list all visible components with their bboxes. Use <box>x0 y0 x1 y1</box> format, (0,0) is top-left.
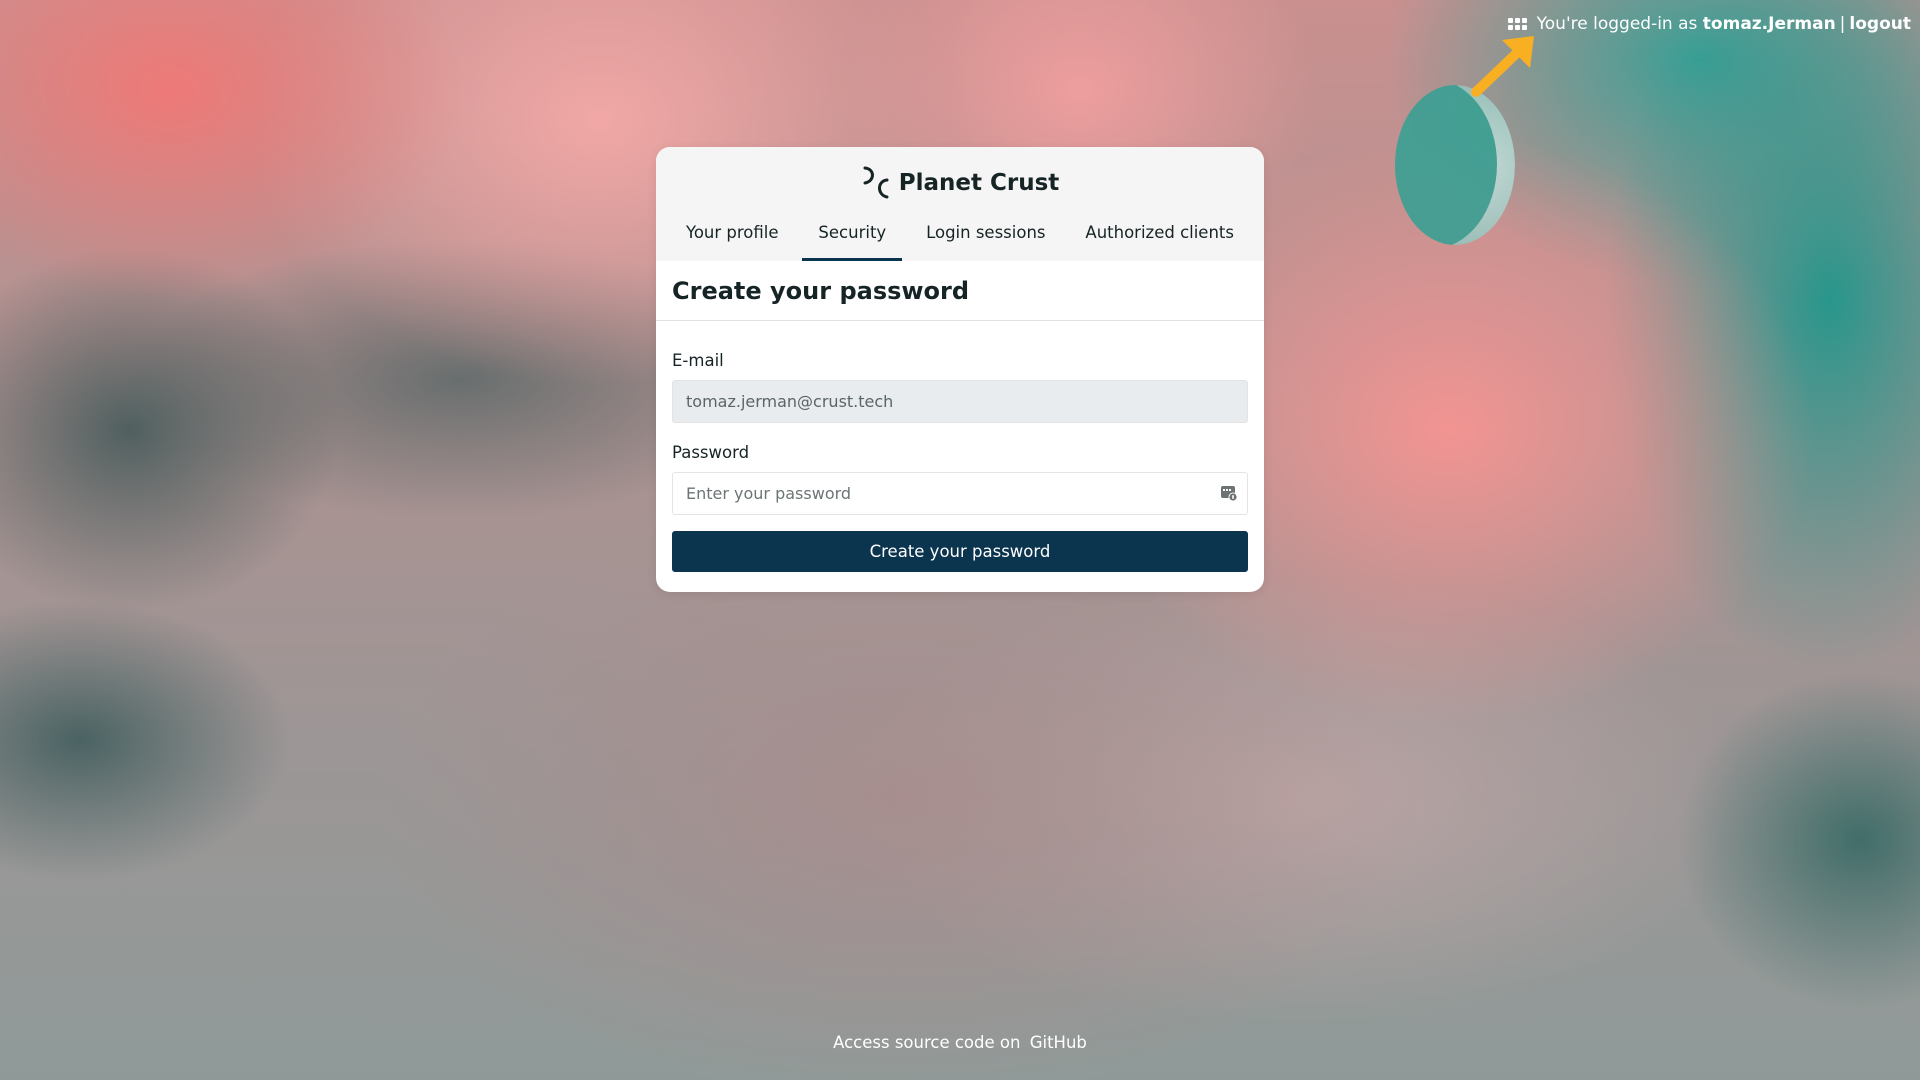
brand: Planet Crust <box>656 163 1264 203</box>
planet-crust-logo-icon <box>863 166 889 199</box>
top-bar: You're logged-in as tomaz.Jerman | logou… <box>1507 14 1911 34</box>
github-link[interactable]: GitHub <box>1030 1033 1087 1052</box>
password-field-wrap <box>672 472 1248 515</box>
moon-background-decoration <box>1395 85 1515 245</box>
tab-security[interactable]: Security <box>802 213 902 261</box>
separator: | <box>1839 14 1846 34</box>
password-form: E-mail Password Create your password <box>656 321 1264 572</box>
tabs: Your profile Security Login sessions Aut… <box>656 213 1264 261</box>
brand-name: Planet Crust <box>898 170 1060 196</box>
logout-link[interactable]: logout <box>1849 14 1911 34</box>
tab-authorized-clients[interactable]: Authorized clients <box>1069 213 1250 261</box>
password-field[interactable] <box>672 472 1248 515</box>
tab-login-sessions[interactable]: Login sessions <box>910 213 1061 261</box>
security-card: Planet Crust Your profile Security Login… <box>656 147 1264 592</box>
card-header: Planet Crust Your profile Security Login… <box>656 147 1264 261</box>
tab-your-profile[interactable]: Your profile <box>670 213 795 261</box>
grid-apps-icon[interactable] <box>1507 18 1527 30</box>
email-label: E-mail <box>672 351 724 370</box>
email-field-wrap <box>672 380 1248 423</box>
email-field[interactable] <box>672 380 1248 423</box>
annotation-arrow-icon <box>1471 36 1534 97</box>
create-password-button[interactable]: Create your password <box>672 531 1248 572</box>
password-manager-icon[interactable] <box>1220 484 1238 502</box>
section-title: Create your password <box>656 261 1264 321</box>
footer-text: Access source code on <box>833 1033 1021 1052</box>
footer: Access source code on GitHub <box>0 1033 1920 1052</box>
logged-in-prefix: You're logged-in as <box>1536 14 1698 34</box>
username: tomaz.Jerman <box>1702 14 1836 34</box>
password-label: Password <box>672 443 750 462</box>
